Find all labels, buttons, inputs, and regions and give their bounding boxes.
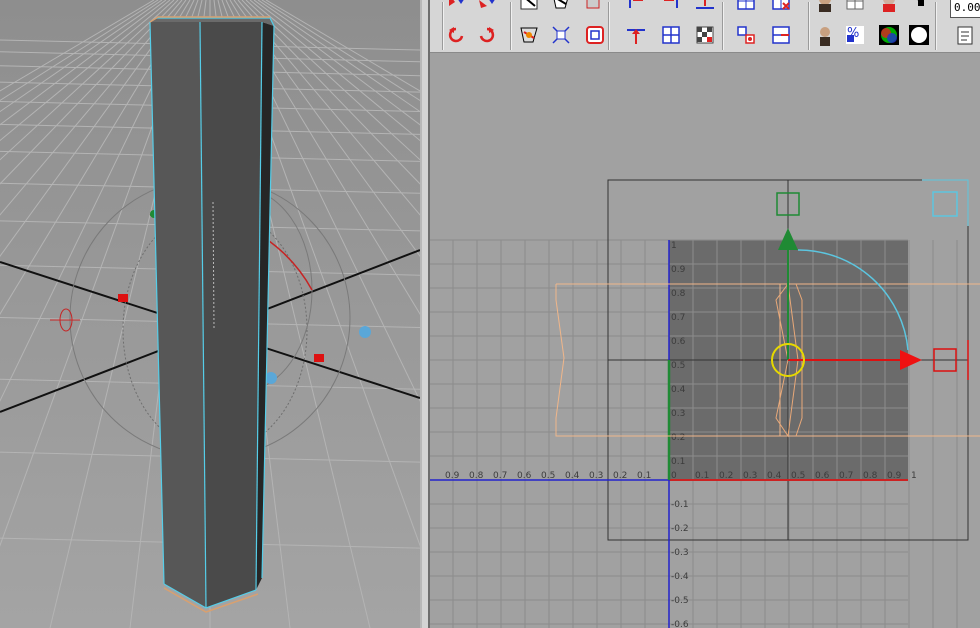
unfold-uv-icon[interactable]	[584, 0, 606, 12]
u-tick-label: 0.9	[445, 471, 460, 481]
distortion-shader-icon[interactable]	[908, 24, 930, 46]
u-tick-label: 0.5	[791, 471, 805, 481]
v-tick-label: 0.9	[671, 265, 686, 275]
u-tick-label: 1	[911, 471, 917, 481]
flip-uv-horizontal-icon[interactable]	[445, 0, 467, 12]
u-tick-label: 0.5	[541, 471, 555, 481]
u-tick-label: 0.7	[493, 471, 507, 481]
toolbar-separator	[608, 2, 610, 50]
rotate-x-handle-2[interactable]	[314, 354, 324, 362]
v-tick-label: -0.6	[671, 620, 689, 628]
u-tick-label: 0.7	[839, 471, 853, 481]
align-uv-bottom-icon[interactable]	[625, 24, 647, 46]
copy-uv-icon[interactable]: %	[844, 24, 866, 46]
shell-select-icon[interactable]	[584, 24, 606, 46]
v-tick-label: 1	[671, 241, 677, 251]
border-select-icon[interactable]	[735, 24, 757, 46]
perspective-viewport[interactable]	[0, 0, 420, 628]
checker-map-icon[interactable]	[694, 24, 716, 46]
uv-coordinate-field[interactable]: 0.00	[950, 0, 980, 18]
rotate-x-handle[interactable]	[118, 294, 128, 302]
u-tick-label: 0.6	[517, 471, 532, 481]
v-tick-label: 0.6	[671, 337, 686, 347]
u-tick-label: 0.3	[589, 471, 603, 481]
v-tick-label: 0.5	[671, 361, 685, 371]
toolbar-separator	[442, 2, 444, 50]
uv-editor-toolbar: % 0.00	[430, 0, 980, 53]
layout-uv-icon[interactable]	[518, 24, 540, 46]
texture-borders-icon[interactable]	[814, 24, 836, 46]
align-uv-left-icon[interactable]	[625, 0, 647, 12]
toolbar-separator	[935, 2, 937, 50]
u-tick-label: 0.4	[767, 471, 782, 481]
rotate-uv-ccw-icon[interactable]	[445, 24, 467, 46]
clipboard-icon[interactable]	[954, 24, 976, 46]
u-tick-label: 0	[671, 471, 677, 481]
v-tick-label: 0.8	[671, 289, 686, 299]
toolbar-separator	[722, 2, 724, 50]
snap-uv-icon[interactable]	[660, 24, 682, 46]
dim-image-icon[interactable]	[844, 0, 866, 12]
uv-shell-grid-icon[interactable]	[770, 24, 792, 46]
cut-uv-edges-icon[interactable]	[518, 0, 540, 12]
u-tick-label: 0.9	[887, 471, 902, 481]
v-tick-label: -0.1	[671, 500, 689, 510]
u-tick-label: 0.8	[469, 471, 484, 481]
v-tick-label: 0.4	[671, 385, 686, 395]
toolbar-separator	[510, 2, 512, 50]
v-tick-label: 0.3	[671, 409, 685, 419]
align-uv-top-icon[interactable]	[694, 0, 716, 12]
v-tick-label: -0.4	[671, 572, 689, 582]
u-tick-label: 0.2	[613, 471, 627, 481]
v-tick-label: 0.2	[671, 433, 685, 443]
rotate-uv-cw-icon[interactable]	[476, 24, 498, 46]
pixel-snap-icon[interactable]	[908, 0, 930, 12]
uv-distribute-icon[interactable]	[550, 24, 572, 46]
v-tick-label: 0.7	[671, 313, 685, 323]
u-tick-label: 0.4	[565, 471, 580, 481]
image-display-icon[interactable]	[814, 0, 836, 12]
toolbar-separator	[808, 2, 810, 50]
shaded-uv-icon[interactable]	[878, 0, 900, 12]
v-tick-label: -0.5	[671, 596, 689, 606]
u-tick-label: 0.8	[863, 471, 878, 481]
v-tick-label: 0.1	[671, 457, 685, 467]
v-tick-label: -0.2	[671, 524, 689, 534]
perspective-canvas[interactable]	[0, 0, 420, 628]
grid-uv-icon[interactable]	[735, 0, 757, 12]
u-tick-label: 0.6	[815, 471, 830, 481]
color-wheel-icon[interactable]	[878, 24, 900, 46]
move-and-sew-icon[interactable]	[770, 0, 792, 12]
align-uv-right-icon[interactable]	[660, 0, 682, 12]
pillar-mesh[interactable]	[149, 16, 275, 613]
u-tick-label: 0.3	[743, 471, 757, 481]
u-tick-label: 0.2	[719, 471, 733, 481]
sew-uv-edges-icon[interactable]	[550, 0, 572, 12]
v-tick-label: -0.3	[671, 548, 689, 558]
rotate-z-handle-2[interactable]	[359, 326, 371, 338]
u-tick-label: 0.1	[695, 471, 709, 481]
pane-divider[interactable]	[420, 0, 430, 628]
uv-canvas[interactable]: 1 0.9 0.8 0.7 0.6 0.5 0.4 0.3 0.2 0.1 0 0.1 0.2 0.3 0.…	[430, 0, 980, 628]
uv-texture-editor[interactable]: 1 0.9 0.8 0.7 0.6 0.5 0.4 0.3 0.2 0.1 0 0.1 0.2 0.3 0.…	[430, 0, 980, 628]
u-tick-label: 0.1	[637, 471, 651, 481]
flip-uv-vertical-icon[interactable]	[476, 0, 498, 12]
u-tick-labels: 1 0.9 0.8 0.7 0.6 0.5 0.4 0.3 0.2 0.1 0 0.1 0.2 0.3 0.…	[445, 471, 917, 481]
